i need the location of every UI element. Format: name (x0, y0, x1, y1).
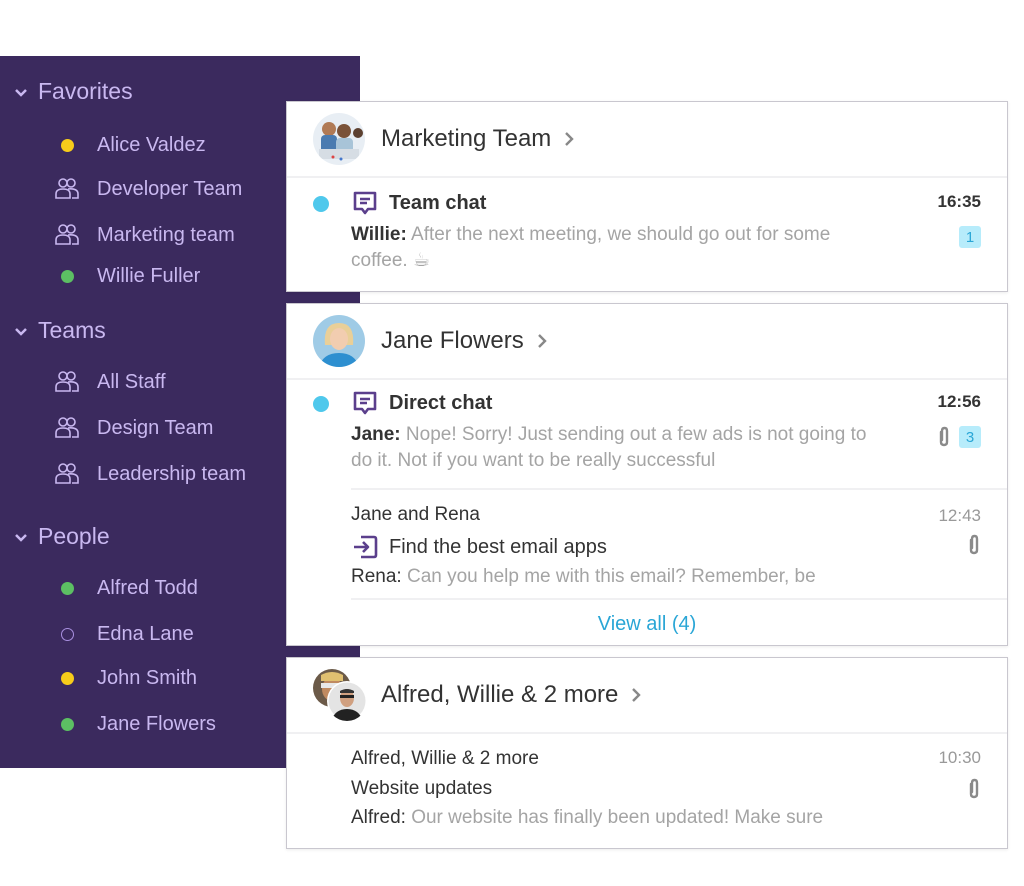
sender-name: Jane: (351, 424, 401, 445)
user-avatar (313, 315, 365, 367)
unread-indicator (313, 196, 329, 212)
timestamp: 12:43 (938, 506, 981, 525)
conversation-item[interactable]: Team chat 16:35 Willie: After the next m… (287, 178, 1007, 291)
section-label: Favorites (38, 78, 133, 104)
conversation-title: Team chat (389, 191, 487, 214)
sidebar-item-jane-flowers[interactable]: Jane Flowers (54, 709, 216, 739)
sidebar-item-marketing-team[interactable]: Marketing team (54, 220, 235, 250)
message-preview: Nope! Sorry! Just sending out a few ads … (351, 424, 867, 471)
sidebar-item-edna-lane[interactable]: Edna Lane (54, 619, 194, 649)
conversation-card-marketing-team: Marketing Team Team chat 16:35 Willie: A… (286, 101, 1008, 292)
conversation-title: Website updates (351, 778, 493, 799)
view-all-link[interactable]: View all (4) (287, 600, 1007, 648)
sidebar-item-design-team[interactable]: Design Team (54, 413, 213, 443)
attachment-icon (939, 426, 949, 447)
section-label: Teams (38, 317, 106, 343)
sidebar-item-label: Design Team (97, 416, 214, 439)
attachment-icon (969, 534, 979, 555)
sender-name: Willie: (351, 224, 407, 245)
conversation-title: Direct chat (389, 391, 493, 414)
sidebar-item-alfred-todd[interactable]: Alfred Todd (54, 573, 198, 603)
team-icon (55, 463, 79, 484)
sidebar-item-label: Edna Lane (97, 622, 194, 645)
group-avatar (313, 669, 367, 721)
status-online-icon (60, 269, 74, 283)
card-title: Marketing Team (381, 125, 552, 152)
sidebar-item-developer-team[interactable]: Developer Team (54, 174, 242, 204)
chat-icon (353, 391, 377, 415)
conversation-item[interactable]: Alfred, Willie & 2 more 10:30 Website up… (287, 734, 1007, 846)
chevron-down-icon (15, 88, 27, 97)
unread-count-badge: 3 (959, 426, 981, 448)
message-preview: Our website has finally been updated! Ma… (411, 807, 824, 828)
section-header-teams[interactable]: Teams (14, 317, 106, 344)
sidebar-item-label: Willie Fuller (97, 264, 201, 287)
timestamp: 16:35 (937, 192, 981, 211)
chevron-right-icon (537, 334, 547, 348)
card-title: Alfred, Willie & 2 more (381, 681, 619, 708)
conversation-card-alfred-willie: Alfred, Willie & 2 more Alfred, Willie &… (286, 657, 1008, 849)
chevron-right-icon (565, 132, 574, 146)
conversation-item[interactable]: Direct chat 12:56 Jane: Nope! Sorry! Jus… (287, 380, 1007, 488)
card-header[interactable]: Jane Flowers (287, 304, 1007, 380)
email-icon (354, 535, 378, 559)
status-away-icon (60, 671, 74, 685)
chevron-down-icon (15, 327, 27, 336)
message-preview: Can you help me with this email? Remembe… (406, 566, 816, 587)
status-offline-icon (60, 627, 74, 641)
card-header[interactable]: Marketing Team (287, 102, 1007, 178)
sidebar-item-all-staff[interactable]: All Staff (54, 367, 166, 397)
section-header-favorites[interactable]: Favorites (14, 78, 133, 105)
chat-icon (353, 191, 377, 215)
conversation-item[interactable]: Jane and Rena 12:43 Find the best email … (287, 490, 1007, 598)
status-away-icon (60, 138, 74, 152)
team-icon (55, 224, 79, 245)
attachment-icon (969, 778, 979, 799)
card-header[interactable]: Alfred, Willie & 2 more (287, 658, 1007, 734)
timestamp: 12:56 (937, 392, 981, 411)
chevron-right-icon (632, 688, 642, 702)
sidebar-item-alice-valdez[interactable]: Alice Valdez (54, 130, 206, 160)
unread-count-badge: 1 (959, 226, 981, 248)
team-icon (55, 417, 79, 438)
card-title: Jane Flowers (381, 327, 524, 354)
team-icon (55, 178, 79, 199)
sidebar-item-label: Developer Team (97, 177, 243, 200)
timestamp: 10:30 (938, 748, 981, 767)
sidebar-item-label: Leadership team (97, 462, 246, 485)
sidebar-item-willie-fuller[interactable]: Willie Fuller (54, 261, 200, 291)
sidebar-item-label: Alfred Todd (97, 576, 198, 599)
chevron-down-icon (15, 533, 27, 542)
conversation-title: Find the best email apps (389, 535, 607, 558)
sender-name: Rena: (351, 566, 402, 587)
message-preview: After the next meeting, we should go out… (351, 224, 831, 271)
conversation-participants: Jane and Rena (351, 504, 480, 525)
status-online-icon (60, 717, 74, 731)
sidebar-item-label: Jane Flowers (97, 712, 216, 735)
section-header-people[interactable]: People (14, 523, 110, 550)
sidebar-item-label: All Staff (97, 370, 166, 393)
sidebar-item-label: John Smith (97, 666, 198, 689)
section-label: People (38, 523, 110, 549)
sidebar-item-leadership-team[interactable]: Leadership team (54, 459, 246, 489)
conversation-card-jane-flowers: Jane Flowers Direct chat 12:56 Jane: Nop… (286, 303, 1008, 646)
team-icon (55, 371, 79, 392)
group-avatar (313, 113, 365, 165)
unread-indicator (313, 396, 329, 412)
status-online-icon (60, 581, 74, 595)
sender-name: Alfred: (351, 807, 406, 828)
sidebar-item-label: Alice Valdez (97, 133, 206, 156)
sidebar-item-john-smith[interactable]: John Smith (54, 663, 197, 693)
sidebar-item-label: Marketing team (97, 223, 235, 246)
conversation-participants: Alfred, Willie & 2 more (351, 748, 539, 769)
